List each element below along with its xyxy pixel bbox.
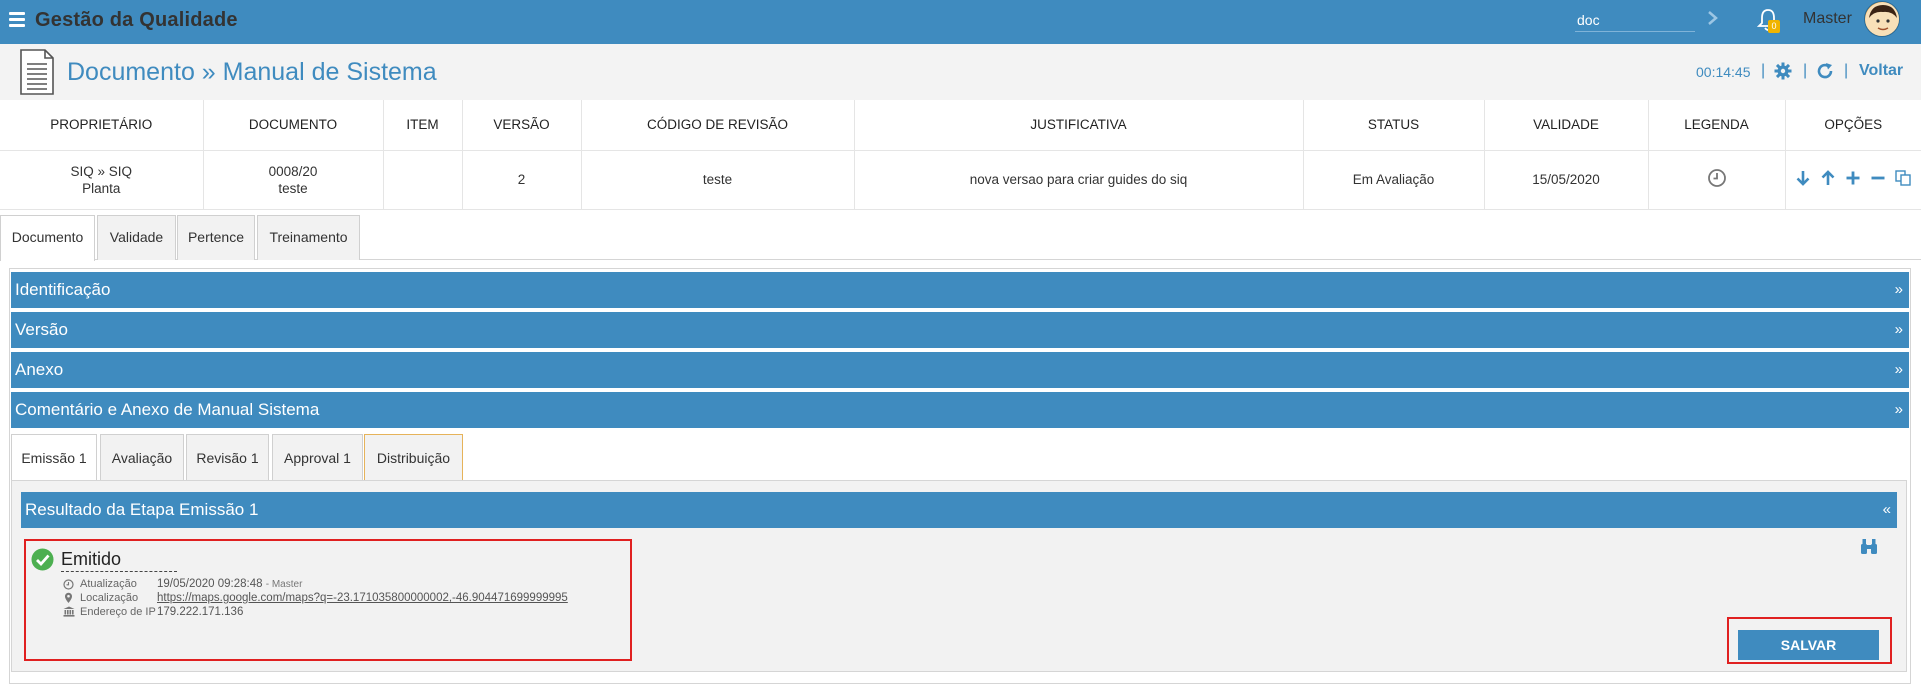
accordion-identificacao[interactable]: Identificação » [11, 272, 1909, 308]
expand-icon: » [1894, 281, 1903, 298]
result-header[interactable]: Resultado da Etapa Emissão 1 « [21, 492, 1897, 528]
column-header: DOCUMENTO [203, 100, 384, 151]
search-input[interactable] [1575, 8, 1695, 32]
binoculars-icon[interactable] [1860, 538, 1878, 555]
tab-treinamento[interactable]: Treinamento [257, 215, 360, 260]
update-value: 19/05/2020 09:28:48 - Master [157, 578, 302, 590]
accordion-versao[interactable]: Versão » [11, 312, 1909, 348]
chevron-right-icon[interactable] [1706, 6, 1726, 30]
column-header: LEGENDA [1648, 100, 1786, 151]
collapse-icon: « [1882, 501, 1891, 518]
divider: | [1803, 62, 1808, 79]
page-title: Documento » Manual de Sistema [67, 58, 437, 86]
location-link-wrapper: https://maps.google.com/maps?q=-23.17103… [157, 592, 568, 604]
version-cell: 2 [462, 150, 582, 210]
user-name[interactable]: Master [1803, 10, 1852, 28]
revision-code-cell: teste [581, 150, 855, 210]
accordion-comentario[interactable]: Comentário e Anexo de Manual Sistema » [11, 392, 1909, 428]
item-cell [383, 150, 463, 210]
divider: | [1761, 62, 1766, 79]
tab-pertence[interactable]: Pertence [177, 215, 255, 260]
update-label: Atualização [80, 578, 137, 590]
expand-icon: » [1894, 321, 1903, 338]
hamburger-menu-icon[interactable] [9, 12, 25, 27]
session-timer: 00:14:45 [1696, 64, 1751, 80]
location-link[interactable]: https://maps.google.com/maps?q=-23.17103… [157, 592, 568, 604]
column-header: OPÇÕES [1785, 100, 1921, 151]
ip-value: 179.222.171.136 [157, 606, 244, 618]
location-label: Localização [80, 592, 139, 604]
table-row[interactable]: SIQ » SIQ Planta 0008/20 teste 2 teste nov… [0, 150, 1921, 210]
status-title: Emitido [61, 549, 177, 572]
accordion-anexo[interactable]: Anexo » [11, 352, 1909, 388]
update-datetime: 19/05/2020 09:28:48 [157, 578, 263, 590]
expand-icon: » [1894, 361, 1903, 378]
notification-badge: 0 [1768, 20, 1780, 33]
status-cell: Em Avaliação [1303, 150, 1485, 210]
tab-revisao-1[interactable]: Revisão 1 [186, 434, 269, 480]
legend-cell [1648, 150, 1786, 210]
copy-icon[interactable] [1895, 169, 1911, 190]
map-marker-icon [63, 592, 74, 606]
gear-icon[interactable] [1774, 62, 1792, 80]
accordion-label: Comentário e Anexo de Manual Sistema [15, 400, 320, 419]
minus-icon[interactable] [1870, 170, 1886, 190]
owner-line: SIQ » SIQ [70, 163, 133, 179]
column-header: PROPRIETÁRIO [0, 100, 204, 151]
save-button[interactable]: SALVAR [1738, 630, 1879, 660]
avatar[interactable] [1864, 1, 1900, 37]
document-icon [19, 48, 55, 96]
accordion-label: Identificação [15, 280, 111, 299]
tab-avaliacao[interactable]: Avaliação [100, 434, 184, 480]
column-header: VERSÃO [462, 100, 582, 151]
back-link[interactable]: Voltar [1859, 62, 1903, 80]
owner-line: Planta [82, 180, 121, 196]
column-header: JUSTIFICATIVA [854, 100, 1304, 151]
refresh-icon[interactable] [1816, 62, 1834, 80]
column-header: ITEM [383, 100, 463, 151]
update-by: - Master [265, 579, 303, 590]
tab-emissao-1[interactable]: Emissão 1 [11, 434, 97, 480]
document-cell: 0008/20 teste [203, 150, 384, 210]
table-header-row: PROPRIETÁRIO DOCUMENTO ITEM VERSÃO CÓDIG… [0, 100, 1921, 151]
document-line: teste [278, 180, 308, 196]
ip-label: Endereço de IP [80, 606, 156, 618]
document-line: 0008/20 [268, 163, 318, 179]
result-header-label: Resultado da Etapa Emissão 1 [25, 500, 259, 519]
column-header: VALIDADE [1484, 100, 1649, 151]
clock-icon [1707, 168, 1727, 191]
accordion-label: Anexo [15, 360, 64, 379]
owner-cell: SIQ » SIQ Planta [0, 150, 204, 210]
column-header: CÓDIGO DE REVISÃO [581, 100, 855, 151]
justification-cell: nova versao para criar guides do siq [854, 150, 1304, 210]
arrow-up-icon[interactable] [1820, 169, 1836, 190]
tab-documento[interactable]: Documento [0, 215, 95, 261]
tab-distribuicao[interactable]: Distribuição [364, 434, 463, 480]
validity-cell: 15/05/2020 [1484, 150, 1649, 210]
clock-icon [63, 579, 74, 593]
tab-validade[interactable]: Validade [97, 215, 176, 260]
document-table: PROPRIETÁRIO DOCUMENTO ITEM VERSÃO CÓDIG… [0, 100, 1921, 210]
column-header: STATUS [1303, 100, 1485, 151]
expand-icon: » [1894, 401, 1903, 418]
plus-icon[interactable] [1845, 170, 1861, 190]
bank-icon [63, 606, 75, 620]
app-title: Gestão da Qualidade [35, 9, 238, 31]
arrow-down-icon[interactable] [1795, 170, 1811, 190]
check-circle-icon [31, 548, 54, 571]
tab-approval-1[interactable]: Approval 1 [272, 434, 363, 480]
divider: | [1844, 62, 1849, 79]
options-cell [1785, 150, 1921, 210]
accordion-label: Versão [15, 320, 68, 339]
